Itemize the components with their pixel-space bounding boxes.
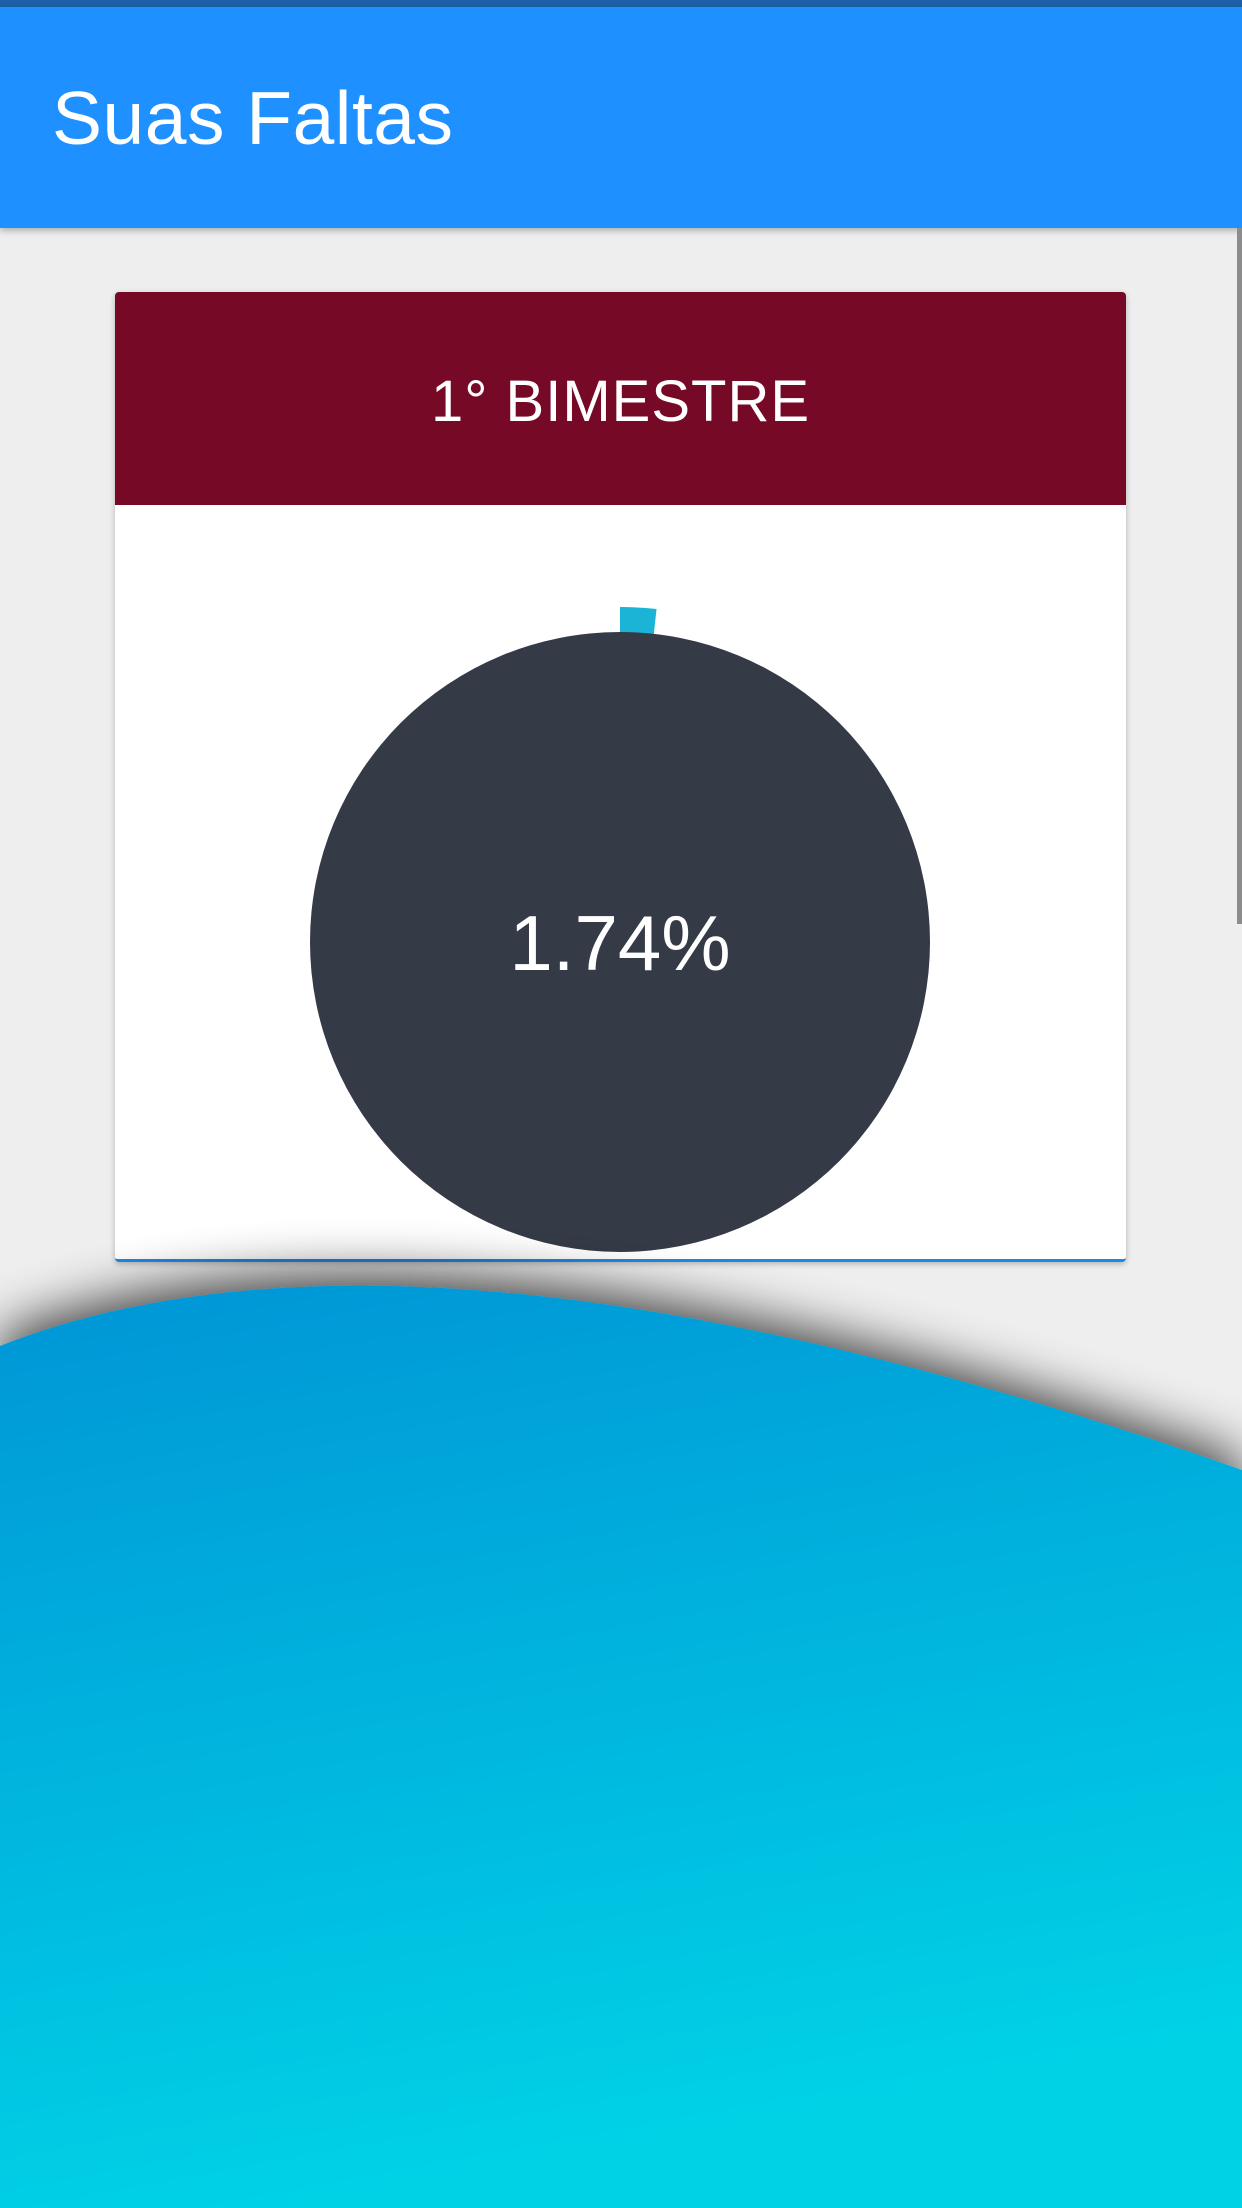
background-wave <box>0 1285 1242 2208</box>
page-title: Suas Faltas <box>52 76 454 160</box>
app-bar: Suas Faltas <box>0 7 1242 228</box>
scrollbar[interactable] <box>1237 228 1242 924</box>
